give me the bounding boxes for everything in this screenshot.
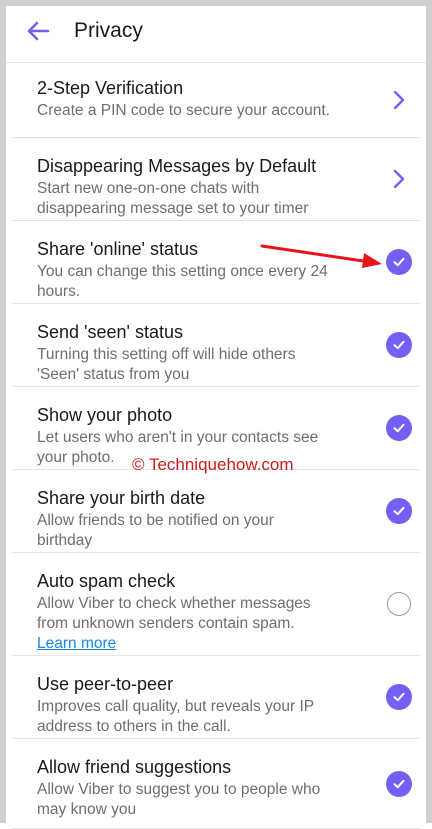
setting-description: Improves call quality, but reveals your … bbox=[37, 697, 360, 737]
setting-description: Turning this setting off will hide other… bbox=[37, 345, 360, 385]
check-icon bbox=[386, 332, 412, 358]
setting-description-line: Allow friends to be notified on your bbox=[37, 512, 274, 529]
setting-description-line: hours. bbox=[37, 283, 81, 300]
watermark: © Techniquehow.com bbox=[132, 455, 294, 474]
check-icon bbox=[386, 415, 412, 441]
setting-title: Auto spam check bbox=[37, 571, 176, 591]
page-title: Privacy bbox=[74, 19, 143, 42]
checkbox-checked[interactable] bbox=[384, 247, 414, 277]
setting-description-line: Start new one-on-one chats with bbox=[37, 180, 260, 197]
check-icon bbox=[386, 249, 412, 275]
setting-description-line: Create a PIN code to secure your account… bbox=[37, 102, 330, 119]
check-icon bbox=[386, 684, 412, 710]
checkbox-checked[interactable] bbox=[384, 330, 414, 360]
setting-title: Share your birth date bbox=[37, 488, 206, 508]
learn-more-link[interactable]: Learn more bbox=[37, 634, 116, 654]
setting-description-line: address to others in the call. bbox=[37, 718, 231, 735]
setting-description-line: may know you bbox=[37, 801, 137, 818]
checkbox-checked[interactable] bbox=[384, 413, 414, 443]
setting-description-line: Improves call quality, but reveals your … bbox=[37, 698, 315, 715]
checkbox-unchecked[interactable] bbox=[384, 589, 414, 619]
setting-description-line: birthday bbox=[37, 532, 93, 549]
setting-row[interactable]: Use peer-to-peer Improves call quality, b… bbox=[12, 656, 420, 739]
check-icon bbox=[386, 770, 412, 797]
setting-title: Use peer-to-peer bbox=[37, 674, 174, 694]
checkbox-checked[interactable] bbox=[384, 496, 414, 526]
setting-description: Start new one-on-one chats with disappear… bbox=[37, 179, 360, 219]
setting-description-line: Let users who aren't in your contacts se… bbox=[37, 429, 319, 446]
chevron-right-icon[interactable] bbox=[384, 164, 414, 194]
setting-row[interactable]: 2-Step Verification Create a PIN code to … bbox=[12, 63, 420, 138]
arrow-left-icon[interactable] bbox=[24, 17, 52, 45]
setting-description-line: from unknown senders contain spam. bbox=[37, 615, 295, 632]
setting-title: Allow friend suggestions bbox=[37, 757, 232, 777]
annotation-arrow bbox=[260, 244, 382, 268]
setting-description-line: disappearing message set to your timer bbox=[37, 200, 309, 217]
setting-description: Allow Viber to suggest you to people who… bbox=[37, 780, 360, 820]
settings-list: 2-Step Verification Create a PIN code to … bbox=[6, 63, 426, 829]
checkbox-checked[interactable] bbox=[384, 769, 414, 799]
setting-description-line: Turning this setting off will hide other… bbox=[37, 346, 296, 363]
setting-title: 2-Step Verification bbox=[37, 78, 184, 98]
setting-description: Allow Viber to check whether messages fro… bbox=[37, 594, 360, 654]
chevron-right-icon[interactable] bbox=[384, 85, 414, 115]
setting-row[interactable]: Send 'seen' status Turning this setting o… bbox=[12, 304, 420, 387]
app-header: Privacy bbox=[6, 6, 426, 56]
checkbox-checked[interactable] bbox=[384, 682, 414, 712]
setting-title: Send 'seen' status bbox=[37, 322, 183, 342]
setting-row[interactable]: Disappearing Messages by Default Start ne… bbox=[12, 138, 420, 221]
setting-description-line: Allow Viber to suggest you to people who bbox=[37, 781, 321, 798]
check-icon bbox=[386, 498, 412, 524]
setting-description: Create a PIN code to secure your account… bbox=[37, 101, 360, 121]
setting-title: Show your photo bbox=[37, 405, 173, 425]
setting-title: Disappearing Messages by Default bbox=[37, 156, 317, 176]
setting-row[interactable]: Share your birth date Allow friends to be… bbox=[12, 470, 420, 553]
setting-description-line: 'Seen' status from you bbox=[37, 366, 190, 383]
setting-description-line: Allow Viber to check whether messages bbox=[37, 595, 311, 612]
setting-row[interactable]: Allow friend suggestions Allow Viber to s… bbox=[12, 739, 420, 829]
setting-row[interactable]: Auto spam check Allow Viber to check whet… bbox=[12, 553, 420, 656]
setting-description: Allow friends to be notified on your birt… bbox=[37, 511, 360, 551]
empty-circle-icon bbox=[387, 592, 411, 616]
